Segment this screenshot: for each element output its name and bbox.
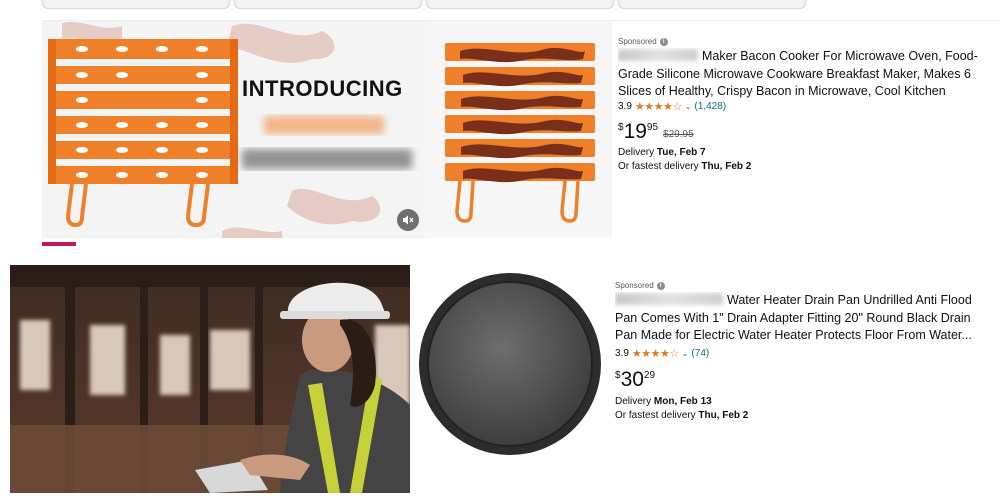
product-image[interactable] [414, 265, 610, 493]
delivery-info: Delivery Mon, Feb 13 Or fastest delivery… [615, 395, 748, 423]
price[interactable]: $ 19 95 $29.95 [618, 121, 694, 143]
sponsored-label[interactable]: Sponsored i [618, 37, 668, 46]
fastest-delivery-date: Thu, Feb 2 [701, 161, 752, 172]
top-tile[interactable] [234, 0, 422, 9]
construction-worker-video-frame [10, 265, 410, 493]
fastest-delivery-date: Thu, Feb 2 [698, 410, 749, 421]
product-image[interactable] [425, 21, 612, 238]
price-whole: 30 [620, 368, 644, 391]
review-count[interactable]: (1,428) [694, 101, 726, 112]
fastest-delivery-label: Or fastest delivery [615, 410, 699, 421]
price[interactable]: $ 30 29 [615, 369, 655, 391]
delivery-label: Delivery [615, 396, 654, 407]
price-whole: 19 [623, 120, 647, 143]
top-tile[interactable] [426, 0, 614, 9]
rating-value: 3.9 [615, 348, 629, 359]
ad-video[interactable] [10, 265, 410, 493]
drain-pan-product-image [419, 273, 601, 455]
delivery-date: Mon, Feb 13 [653, 396, 712, 407]
fastest-delivery-label: Or fastest delivery [618, 161, 702, 172]
blurred-brand [618, 49, 698, 61]
sponsored-ad-card: Sponsored i Water Heater Drain Pan Undri… [10, 265, 1000, 493]
chevron-down-icon[interactable]: ⌄ [685, 102, 692, 111]
list-price: $29.95 [663, 129, 694, 140]
price-fraction: 29 [643, 370, 656, 381]
rating-row[interactable]: 3.9 ★★★★☆ ⌄ (1,428) [618, 100, 726, 113]
info-icon[interactable]: i [656, 281, 665, 290]
sponsored-label[interactable]: Sponsored i [615, 281, 665, 290]
rating-row[interactable]: 3.9 ★★★★☆ ⌄ (74) [615, 347, 709, 360]
info-icon[interactable]: i [659, 37, 668, 46]
delivery-date: Tue, Feb 7 [656, 147, 706, 158]
star-rating-icon[interactable]: ★★★★☆ [632, 347, 679, 360]
top-tile[interactable] [618, 0, 806, 9]
ad-video[interactable]: INTRODUCING [42, 21, 425, 238]
review-count[interactable]: (74) [691, 348, 709, 359]
sponsored-ad-card: INTRODUCING Sponsored i Maker Bacon Cook… [42, 20, 1000, 238]
chevron-down-icon[interactable]: ⌄ [682, 349, 689, 358]
delivery-label: Delivery [618, 147, 657, 158]
bacon-maker-video-frame [48, 21, 412, 238]
bacon-cooker-product-image [445, 43, 595, 223]
rating-value: 3.9 [618, 101, 632, 112]
carousel-progress-indicator [42, 242, 76, 246]
product-title-link[interactable]: Water Heater Drain Pan Undrilled Anti Fl… [615, 292, 995, 346]
speaker-muted-icon[interactable] [397, 209, 419, 231]
star-rating-icon[interactable]: ★★★★☆ [635, 100, 682, 113]
blurred-brand [615, 293, 723, 305]
sponsored-text: Sponsored [615, 281, 654, 290]
sponsored-text: Sponsored [618, 37, 657, 46]
product-title-link[interactable]: Maker Bacon Cooker For Microwave Oven, F… [618, 48, 993, 102]
price-fraction: 95 [646, 122, 659, 133]
delivery-info: Delivery Tue, Feb 7 Or fastest delivery … [618, 146, 751, 174]
top-tile[interactable] [42, 0, 230, 9]
video-overlay-title: INTRODUCING [242, 76, 403, 101]
